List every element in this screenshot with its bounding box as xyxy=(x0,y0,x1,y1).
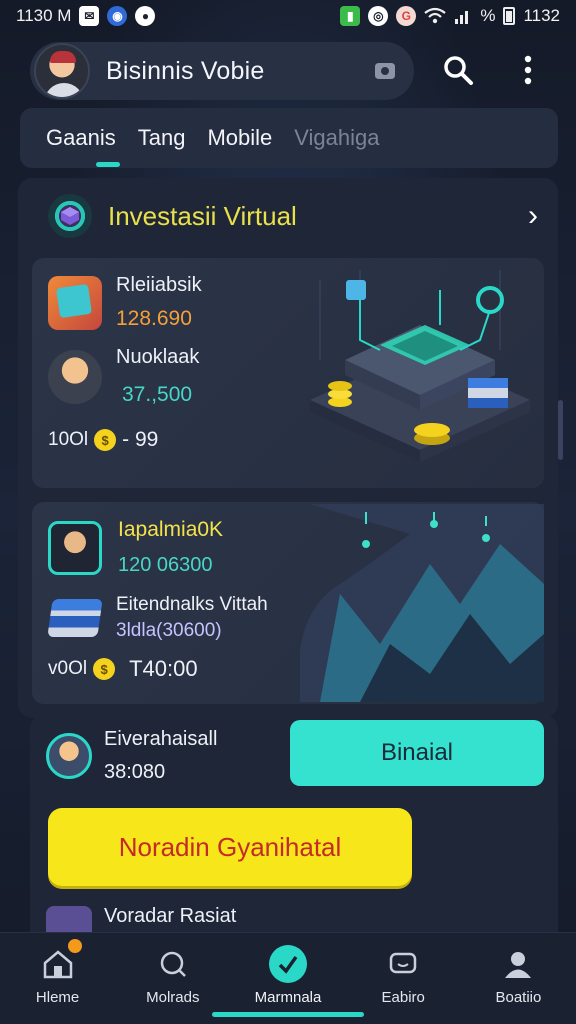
search-icon xyxy=(154,945,192,983)
signal-icon xyxy=(455,11,469,24)
chat-icon xyxy=(384,945,422,983)
user-avatar xyxy=(46,733,92,779)
list-item[interactable]: Rleiiabsik 128.690 xyxy=(48,274,202,331)
status-right: ▮ ◎ G % 1132 xyxy=(340,6,560,26)
coin-icon: $ xyxy=(94,429,117,451)
bird-icon: ✉ xyxy=(79,6,100,26)
investor-avatar xyxy=(48,349,102,404)
bottom-nav: Hleme Molrads Marmnala Eabiro Boatiio xyxy=(0,932,576,1024)
coin-icon: $ xyxy=(93,658,116,680)
green-app-icon: ▮ xyxy=(340,6,361,26)
balance-value: - 99 xyxy=(122,428,159,451)
battery-icon xyxy=(503,7,516,25)
tab-tang[interactable]: Tang xyxy=(138,125,186,151)
search-button[interactable] xyxy=(438,50,478,90)
nav-chat[interactable]: Eabiro xyxy=(346,933,461,1024)
balance-value: T40:00 xyxy=(129,656,198,681)
status-left: 1130 M ✉ ◉ ● xyxy=(16,6,156,26)
item-value: 128.690 xyxy=(116,307,192,330)
item-label: Nuoklaak xyxy=(116,346,200,368)
chevron-right-icon[interactable]: › xyxy=(528,199,538,233)
app-title: Bisinnis Vobie xyxy=(106,56,265,85)
manager-avatar xyxy=(48,520,102,575)
nav-home[interactable]: Hleme xyxy=(0,933,115,1024)
isometric-platform-illustration xyxy=(310,270,530,462)
more-button[interactable] xyxy=(508,50,548,90)
cards-thumbnail xyxy=(48,275,102,330)
item-value: 3ldla(30600) xyxy=(116,620,222,641)
tab-mobile[interactable]: Mobile xyxy=(207,125,272,151)
app-header[interactable]: Bisinnis Vobie xyxy=(30,42,414,100)
tab-gaanis[interactable]: Gaanis xyxy=(46,125,116,151)
nav-search[interactable]: Molrads xyxy=(115,933,230,1024)
balance-row: v0Ol $ T40:00 xyxy=(48,656,198,682)
list-item[interactable]: Iapalmia0K 120 06300 xyxy=(48,518,223,577)
cube-icon xyxy=(48,194,92,238)
nav-label: Marmnala xyxy=(254,989,322,1006)
scrollbar[interactable] xyxy=(558,400,563,460)
item-label: Voradar Rasiat xyxy=(104,904,237,927)
item-label: Eiverahaisall xyxy=(104,728,218,750)
mountain-chart-illustration xyxy=(300,504,544,702)
home-indicator xyxy=(212,1012,364,1017)
item-label: Rleiiabsik xyxy=(116,274,202,296)
nav-label: Eabiro xyxy=(381,989,425,1006)
balance-prefix: 10Ol xyxy=(48,429,89,450)
tab-vigahiga[interactable]: Vigahiga xyxy=(294,125,379,151)
books-thumbnail xyxy=(47,599,103,637)
item-label: Iapalmia0K xyxy=(118,518,224,541)
nav-label: Boatiio xyxy=(495,989,542,1006)
yellow-action-button[interactable]: Noradin Gyanihatal xyxy=(48,808,412,886)
notification-badge xyxy=(68,939,82,953)
list-item[interactable]: Eitendnalks Vittah 3ldla(30600) xyxy=(47,594,268,642)
section-header[interactable]: Investasii Virtual › xyxy=(48,192,538,240)
status-time-right: 1132 xyxy=(523,6,560,25)
location-icon: ● xyxy=(135,6,156,26)
avatar[interactable] xyxy=(34,43,90,99)
check-icon xyxy=(269,945,307,983)
profile-icon xyxy=(499,945,537,983)
status-percent: % xyxy=(480,6,496,25)
wifi-icon xyxy=(424,7,446,24)
section-title: Investasii Virtual xyxy=(108,200,297,231)
active-tab-indicator xyxy=(96,162,120,167)
nav-main[interactable]: Marmnala xyxy=(230,933,345,1024)
item-value: 38:080 xyxy=(104,761,166,783)
g-icon: G xyxy=(396,6,417,26)
status-time: 1130 M xyxy=(16,6,72,25)
item-value: 37.,500 xyxy=(122,383,193,406)
primary-button[interactable]: Binaial xyxy=(290,720,544,786)
balance-row: 10Ol $ - 99 xyxy=(48,428,158,452)
vpn-icon: ◎ xyxy=(368,6,389,26)
tab-bar: Gaanis Tang Mobile Vigahiga xyxy=(20,108,558,168)
search-icon xyxy=(444,56,473,85)
nav-label: Hleme xyxy=(35,989,80,1006)
nav-label: Molrads xyxy=(146,989,200,1006)
app-badge-icon: ◉ xyxy=(107,6,128,26)
item-label: Eitendnalks Vittah xyxy=(116,594,268,615)
camera-icon[interactable] xyxy=(370,56,400,86)
more-vertical-icon xyxy=(524,55,532,85)
nav-profile[interactable]: Boatiio xyxy=(461,933,576,1024)
list-item[interactable]: Nuoklaak 37.,500 xyxy=(48,346,199,407)
item-value: 120 06300 xyxy=(118,554,213,576)
list-item[interactable]: Eiverahaisall 38:080 xyxy=(46,728,217,784)
balance-prefix: v0Ol xyxy=(48,658,88,679)
status-bar: 1130 M ✉ ◉ ● ▮ ◎ G % 1132 xyxy=(0,0,576,32)
